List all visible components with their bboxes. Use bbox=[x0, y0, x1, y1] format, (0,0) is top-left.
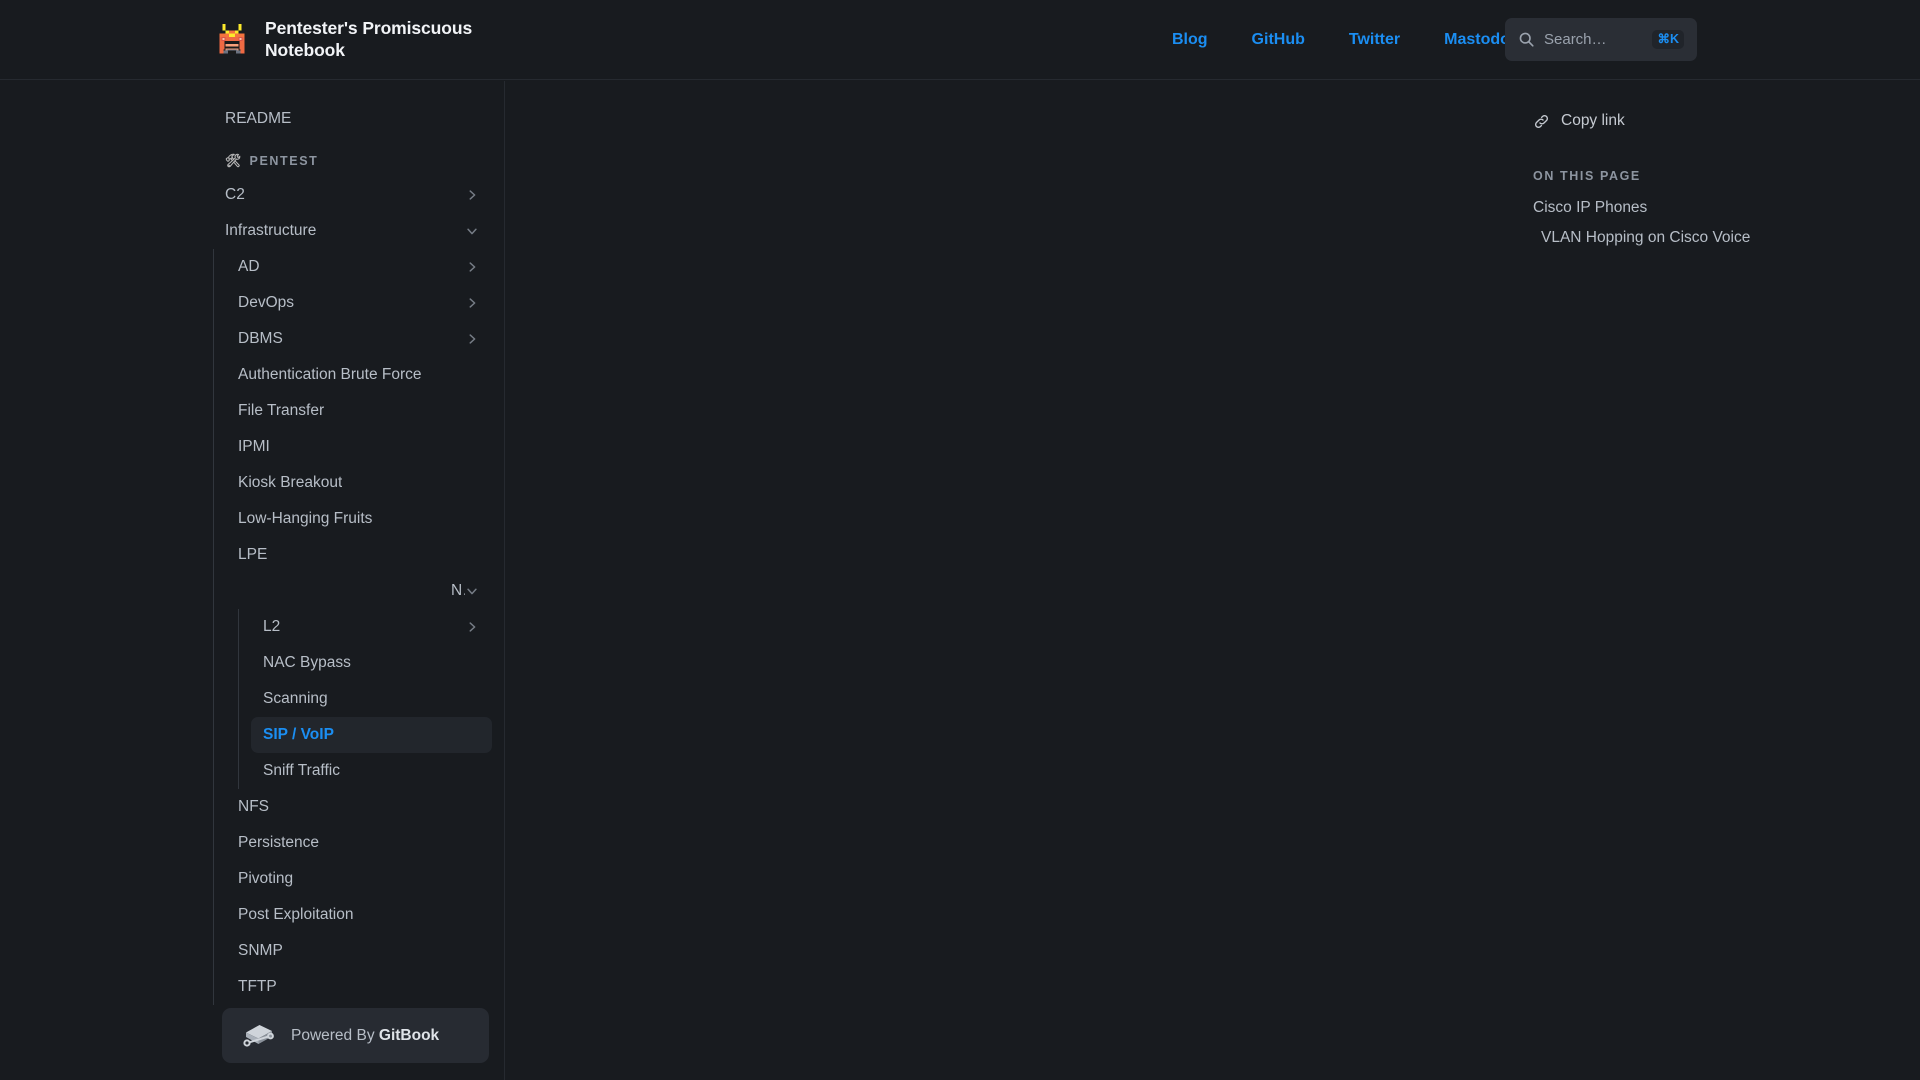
sidebar-item-label: DBMS bbox=[238, 330, 283, 347]
gitbook-brand: GitBook bbox=[378, 1026, 440, 1044]
chevron-right-icon[interactable] bbox=[465, 260, 479, 274]
sidebar-section-pentest: 🛠 Pentest bbox=[213, 153, 504, 169]
search-placeholder: Search… bbox=[1544, 31, 1607, 48]
copy-link-label: Copy link bbox=[1561, 112, 1625, 129]
gitbook-logo-icon bbox=[243, 1024, 274, 1047]
sidebar-item-label: Kiosk Breakout bbox=[238, 474, 343, 491]
site-header: Pentester's Promiscuous Notebook Blog Gi… bbox=[0, 0, 1920, 80]
sidebar-item-label: SNMP bbox=[238, 942, 283, 959]
sidebar-item-label: File Transfer bbox=[238, 402, 325, 419]
sidebar-item-label: C2 bbox=[225, 186, 245, 203]
chevron-right-icon[interactable] bbox=[465, 296, 479, 310]
sidebar-item-post-exploitation[interactable]: Post Exploitation bbox=[226, 897, 492, 933]
samurai-icon bbox=[219, 23, 245, 54]
sidebar-item-label: DevOps bbox=[238, 294, 294, 311]
sidebar-children-networks: L2 NAC Bypass Scanning SIP / VoIP Sniff … bbox=[238, 609, 504, 789]
sidebar-group-infrastructure: Infrastructure AD DevOps DBMS Authentica bbox=[0, 213, 504, 1005]
powered-by-gitbook[interactable]: Powered By GitBook bbox=[222, 1008, 489, 1063]
sidebar-item-ipmi[interactable]: IPMI bbox=[226, 429, 492, 465]
sidebar-item-nfs[interactable]: NFS bbox=[226, 789, 492, 825]
copy-link-button[interactable]: Copy link bbox=[1533, 106, 1625, 136]
sidebar-item-label: LPE bbox=[238, 546, 268, 563]
nav-link-github[interactable]: GitHub bbox=[1230, 0, 1327, 80]
sidebar-item-tftp[interactable]: TFTP bbox=[226, 969, 492, 1005]
search-shortcut-badge: ⌘K bbox=[1652, 30, 1684, 49]
sidebar-item-nac-bypass[interactable]: NAC Bypass bbox=[251, 645, 492, 681]
sidebar-item-label: SIP / VoIP bbox=[263, 726, 334, 743]
nav-link-blog[interactable]: Blog bbox=[1150, 0, 1230, 80]
chevron-right-icon[interactable] bbox=[465, 332, 479, 346]
search-input[interactable]: Search… ⌘K bbox=[1505, 18, 1697, 61]
toc-item-vlan-hopping-on-cisco-voice[interactable]: VLAN Hopping on Cisco Voice bbox=[1541, 223, 1920, 253]
sidebar-item-label: Post Exploitation bbox=[238, 906, 354, 923]
brand-title: Pentester's Promiscuous Notebook bbox=[265, 17, 473, 60]
sidebar-item-label: Low-Hanging Fruits bbox=[238, 510, 373, 527]
sidebar-item-l2[interactable]: L2 bbox=[251, 609, 492, 645]
sidebar-group-networks: Networks L2 NAC Bypass Scanning bbox=[226, 573, 504, 789]
link-icon bbox=[1534, 114, 1549, 128]
nav-link-twitter[interactable]: Twitter bbox=[1327, 0, 1422, 80]
sidebar-section-label: Pentest bbox=[249, 154, 319, 168]
right-sidebar: Copy link On this page Cisco IP Phones V… bbox=[1500, 81, 1920, 1080]
sidebar-item-label: NAC Bypass bbox=[263, 654, 351, 671]
sidebar-item-label: README bbox=[225, 110, 292, 127]
sidebar-item-sniff-traffic[interactable]: Sniff Traffic bbox=[251, 753, 492, 789]
left-sidebar: README 🛠 Pentest C2 Infrastructure AD bbox=[0, 81, 505, 1080]
primary-nav: Blog GitHub Twitter Mastodon bbox=[1150, 0, 1542, 80]
sidebar-item-label: Scanning bbox=[263, 690, 328, 707]
chevron-down-icon[interactable] bbox=[465, 224, 479, 238]
sidebar-item-devops[interactable]: DevOps bbox=[226, 285, 492, 321]
sidebar-item-label: NFS bbox=[238, 798, 269, 815]
brand[interactable]: Pentester's Promiscuous Notebook bbox=[213, 18, 543, 62]
sidebar-item-label: L2 bbox=[263, 618, 281, 635]
sidebar-item-label: Infrastructure bbox=[225, 222, 317, 239]
sidebar-children-infrastructure: AD DevOps DBMS Authentication Brute Forc… bbox=[213, 249, 504, 1005]
sidebar-item-label: AD bbox=[238, 258, 260, 275]
sidebar-item-snmp[interactable]: SNMP bbox=[226, 933, 492, 969]
sidebar-item-label: Authentication Brute Force bbox=[238, 366, 422, 383]
sidebar-item-sip-voip[interactable]: SIP / VoIP bbox=[251, 717, 492, 753]
main-content bbox=[506, 81, 1500, 1080]
chevron-right-icon[interactable] bbox=[465, 620, 479, 634]
sidebar-item-scanning[interactable]: Scanning bbox=[251, 681, 492, 717]
chevron-right-icon[interactable] bbox=[465, 188, 479, 202]
hammer-and-wrench-icon: 🛠 bbox=[225, 153, 242, 168]
gitbook-prefix: Powered By bbox=[291, 1026, 379, 1044]
sidebar-item-kiosk-breakout[interactable]: Kiosk Breakout bbox=[226, 465, 492, 501]
sidebar-item-pivoting[interactable]: Pivoting bbox=[226, 861, 492, 897]
gitbook-label: Powered By GitBook bbox=[291, 1027, 439, 1045]
sidebar-item-c2[interactable]: C2 bbox=[213, 177, 492, 213]
sidebar-item-readme[interactable]: README bbox=[213, 101, 492, 137]
sidebar-item-label: Pivoting bbox=[238, 870, 294, 887]
sidebar-item-file-transfer[interactable]: File Transfer bbox=[226, 393, 492, 429]
toc-item-cisco-ip-phones[interactable]: Cisco IP Phones bbox=[1533, 193, 1920, 223]
sidebar-item-label: IPMI bbox=[238, 438, 270, 455]
sidebar-item-label: Sniff Traffic bbox=[263, 762, 340, 779]
on-this-page-label: On this page bbox=[1533, 169, 1641, 183]
sidebar-item-infrastructure[interactable]: Infrastructure bbox=[213, 213, 492, 249]
sidebar-item-label: Persistence bbox=[238, 834, 319, 851]
sidebar-item-low-hanging-fruits[interactable]: Low-Hanging Fruits bbox=[226, 501, 492, 537]
sidebar-item-persistence[interactable]: Persistence bbox=[226, 825, 492, 861]
search-icon bbox=[1519, 32, 1534, 47]
sidebar-item-networks[interactable]: Networks bbox=[439, 573, 492, 609]
sidebar-item-label: TFTP bbox=[238, 978, 277, 995]
sidebar-item-label: Networks bbox=[451, 582, 465, 599]
chevron-down-icon[interactable] bbox=[465, 584, 479, 598]
sidebar-item-ad[interactable]: AD bbox=[226, 249, 492, 285]
sidebar-item-authentication-brute-force[interactable]: Authentication Brute Force bbox=[226, 357, 492, 393]
sidebar-item-lpe[interactable]: LPE bbox=[226, 537, 492, 573]
sidebar-item-dbms[interactable]: DBMS bbox=[226, 321, 492, 357]
